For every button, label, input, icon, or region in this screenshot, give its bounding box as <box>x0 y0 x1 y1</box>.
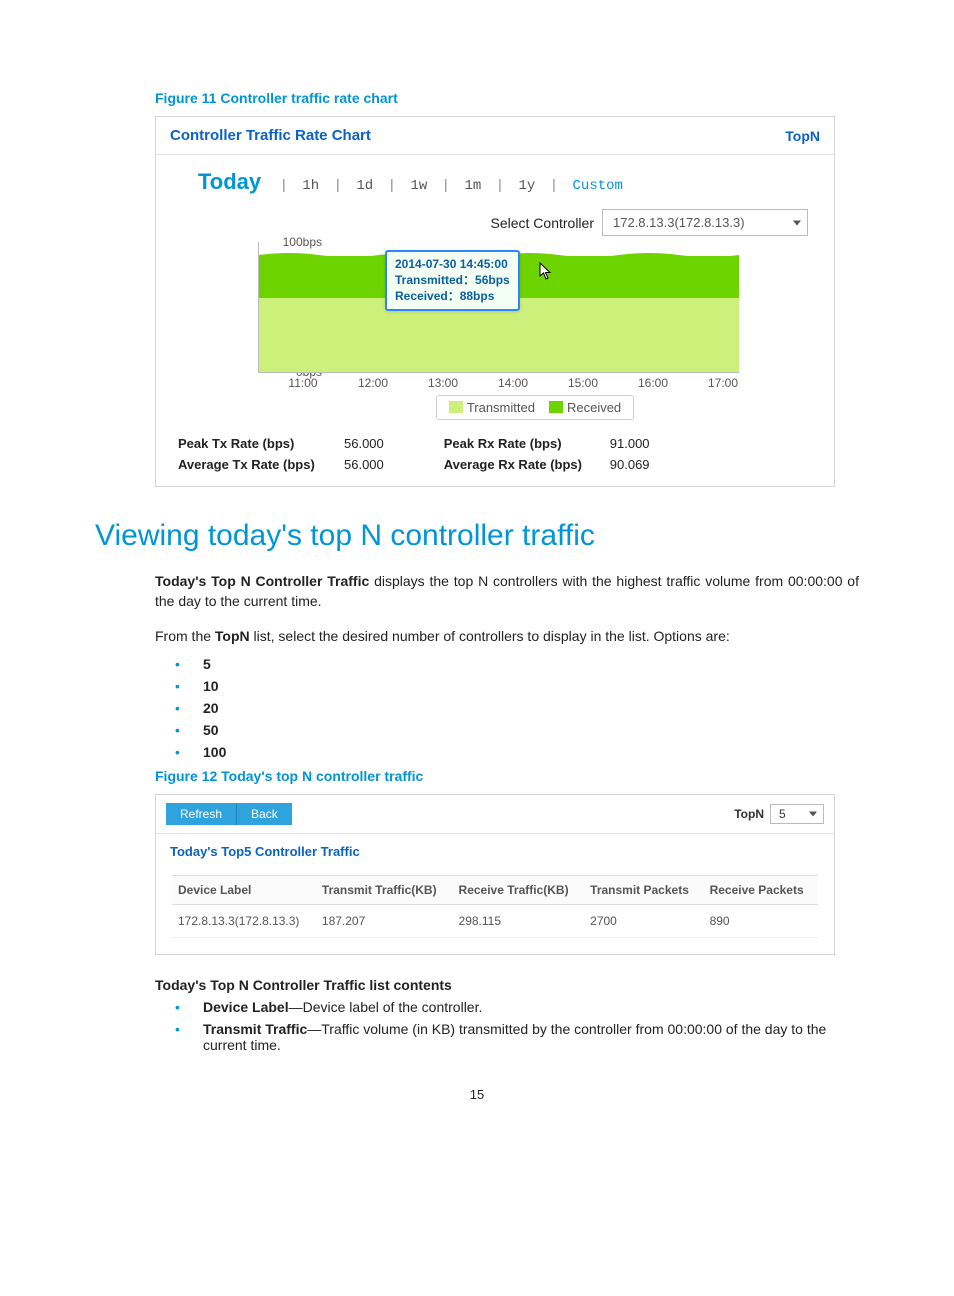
page-number: 15 <box>95 1087 859 1102</box>
list-item: 5 <box>175 656 859 672</box>
xtick-7: 17:00 <box>708 376 738 390</box>
tooltip-timestamp: 2014-07-30 14:45:00 <box>395 256 510 272</box>
xtick-4: 14:00 <box>498 376 528 390</box>
topn-link[interactable]: TopN <box>785 128 820 144</box>
range-1y[interactable]: 1y <box>519 178 536 194</box>
peak-tx-value: 56.000 <box>344 436 384 451</box>
cell-rx: 298.115 <box>453 904 585 937</box>
avg-tx-label: Average Tx Rate (bps) <box>178 457 338 472</box>
figure-12-panel: Refresh Back TopN 5 Today's Top5 Control… <box>155 794 835 955</box>
xtick-2: 12:00 <box>358 376 388 390</box>
range-1m[interactable]: 1m <box>464 178 481 194</box>
th-rx: Receive Traffic(KB) <box>453 875 585 904</box>
contents-list: Device Label—Device label of the control… <box>155 999 859 1053</box>
paragraph-1: Today's Top N Controller Traffic display… <box>155 571 859 612</box>
section-heading: Viewing today's top N controller traffic <box>95 519 859 553</box>
select-controller-dropdown[interactable]: 172.8.13.3(172.8.13.3) <box>602 209 808 236</box>
list-item: Device Label—Device label of the control… <box>175 999 859 1015</box>
list-item: 10 <box>175 678 859 694</box>
list-item: 20 <box>175 700 859 716</box>
back-button[interactable]: Back <box>236 803 292 825</box>
chevron-down-icon <box>793 220 801 225</box>
contents-heading: Today's Top N Controller Traffic list co… <box>155 977 859 993</box>
range-1w[interactable]: 1w <box>410 178 427 194</box>
cell-txp: 2700 <box>584 904 703 937</box>
traffic-table: Device Label Transmit Traffic(KB) Receiv… <box>172 875 818 938</box>
chart-tooltip: 2014-07-30 14:45:00 Transmitted：56bps Re… <box>385 250 520 311</box>
table-row: 172.8.13.3(172.8.13.3) 187.207 298.115 2… <box>172 904 818 937</box>
chevron-down-icon <box>809 811 817 816</box>
options-list: 5 10 20 50 100 <box>155 656 859 760</box>
figure-11-caption: Figure 11 Controller traffic rate chart <box>155 90 859 106</box>
range-today[interactable]: Today <box>198 169 261 194</box>
legend-rx-label: Received <box>567 400 621 415</box>
range-1h[interactable]: 1h <box>302 178 319 194</box>
legend-swatch-tx <box>449 401 463 413</box>
xtick-3: 13:00 <box>428 376 458 390</box>
time-range-row: Today | 1h | 1d | 1w | 1m | 1y | Custom <box>198 169 812 195</box>
th-device: Device Label <box>172 875 316 904</box>
button-group: Refresh Back <box>166 803 292 825</box>
xtick-6: 16:00 <box>638 376 668 390</box>
cell-rxp: 890 <box>704 904 818 937</box>
topn-dropdown[interactable]: 5 <box>770 804 824 824</box>
panel11-header: Controller Traffic Rate Chart TopN <box>156 117 834 155</box>
legend-swatch-rx <box>549 401 563 413</box>
xtick-1: 11:00 <box>288 376 317 390</box>
figure-11-panel: Controller Traffic Rate Chart TopN Today… <box>155 116 835 487</box>
list-item: 100 <box>175 744 859 760</box>
chart-legend: Transmitted Received <box>436 395 634 420</box>
xtick-5: 15:00 <box>568 376 598 390</box>
cell-tx: 187.207 <box>316 904 453 937</box>
panel11-title: Controller Traffic Rate Chart <box>170 127 371 144</box>
refresh-button[interactable]: Refresh <box>166 803 236 825</box>
avg-rx-value: 90.069 <box>610 457 650 472</box>
list-item: Transmit Traffic—Traffic volume (in KB) … <box>175 1021 859 1053</box>
range-custom[interactable]: Custom <box>573 178 623 194</box>
traffic-chart: 100bps 50bps 0bps 2014-07-30 14:45:00 Tr… <box>258 242 812 420</box>
topn-label: TopN <box>734 807 764 821</box>
peak-rx-value: 91.000 <box>610 436 650 451</box>
th-rxp: Receive Packets <box>704 875 818 904</box>
peak-rx-label: Peak Rx Rate (bps) <box>444 436 604 451</box>
cell-device: 172.8.13.3(172.8.13.3) <box>172 904 316 937</box>
paragraph-2: From the TopN list, select the desired n… <box>155 626 859 646</box>
peak-tx-label: Peak Tx Rate (bps) <box>178 436 338 451</box>
avg-rx-label: Average Rx Rate (bps) <box>444 457 604 472</box>
th-tx: Transmit Traffic(KB) <box>316 875 453 904</box>
legend-tx-label: Transmitted <box>467 400 535 415</box>
topn-value: 5 <box>779 807 786 821</box>
select-controller-label: Select Controller <box>491 215 595 231</box>
list-item: 50 <box>175 722 859 738</box>
th-txp: Transmit Packets <box>584 875 703 904</box>
stats-row: Peak Tx Rate (bps) 56.000 Average Tx Rate… <box>178 436 812 472</box>
select-controller-value: 172.8.13.3(172.8.13.3) <box>613 215 745 230</box>
cursor-icon <box>539 262 553 285</box>
figure-12-caption: Figure 12 Today's top N controller traff… <box>155 768 859 784</box>
panel12-subtitle: Today's Top5 Controller Traffic <box>156 834 834 869</box>
range-1d[interactable]: 1d <box>356 178 373 194</box>
avg-tx-value: 56.000 <box>344 457 384 472</box>
